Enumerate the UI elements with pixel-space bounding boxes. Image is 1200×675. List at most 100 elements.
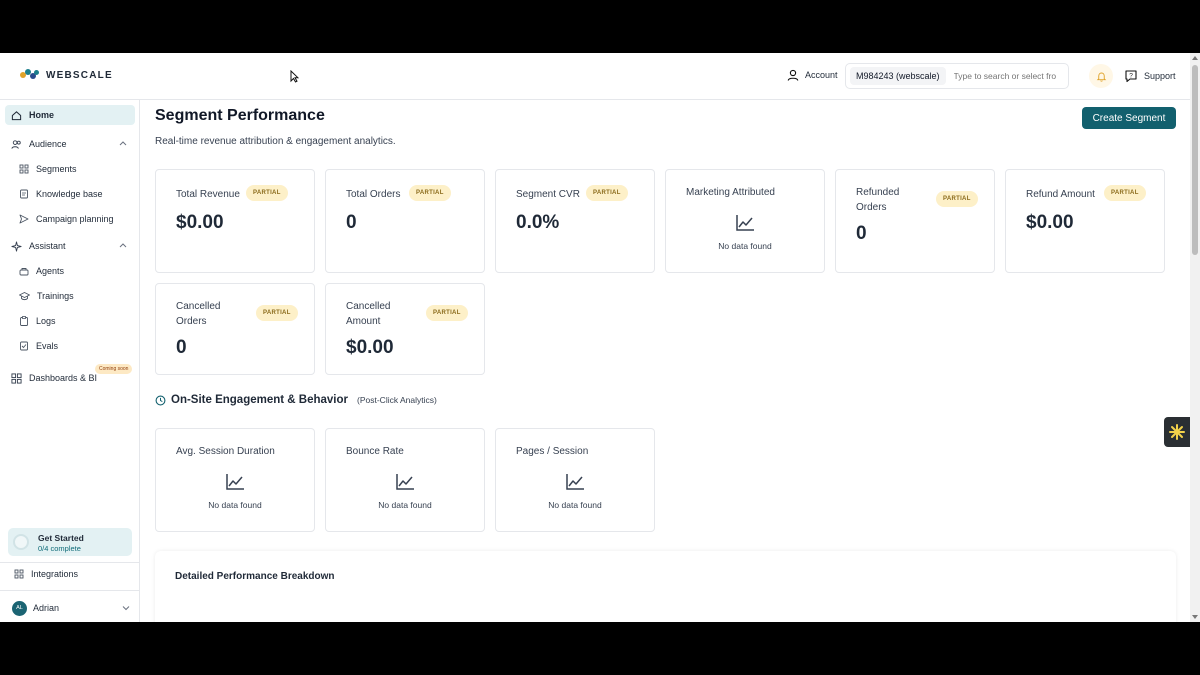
brand-name: WEBSCALE bbox=[46, 69, 113, 81]
svg-text:?: ? bbox=[1129, 73, 1133, 80]
sidebar-item-evals[interactable]: Evals bbox=[5, 336, 135, 356]
sidebar-item-label: Evals bbox=[36, 341, 59, 351]
sidebar-item-integrations[interactable]: Integrations bbox=[8, 564, 138, 584]
get-started-card[interactable]: Get Started 0/4 complete bbox=[8, 528, 132, 556]
sidebar-item-home[interactable]: Home bbox=[5, 105, 135, 125]
line-chart-icon bbox=[736, 215, 754, 231]
no-data-text: No data found bbox=[718, 241, 772, 251]
line-chart-icon bbox=[226, 474, 244, 490]
sidebar-item-agents[interactable]: Agents bbox=[5, 261, 135, 281]
metric-value: $0.00 bbox=[176, 212, 224, 233]
metric-value: 0 bbox=[346, 212, 357, 233]
user-menu[interactable]: AL Adrian bbox=[12, 600, 130, 616]
sidebar-item-assistant[interactable]: Assistant bbox=[5, 236, 135, 256]
metric-title: Cancelled Amount bbox=[346, 301, 391, 327]
metric-value: 0.0% bbox=[516, 212, 560, 233]
metric-card-marketing-attributed: Marketing Attributed No data found bbox=[665, 169, 825, 273]
account-label: Account bbox=[805, 70, 838, 80]
sidebar-item-label: Knowledge base bbox=[36, 189, 103, 199]
scroll-down-arrow-icon[interactable] bbox=[1192, 615, 1198, 619]
no-data-text: No data found bbox=[548, 500, 602, 510]
metric-title: Bounce Rate bbox=[346, 446, 404, 457]
chevron-up-icon[interactable] bbox=[119, 140, 127, 146]
metric-value: 0 bbox=[856, 223, 867, 244]
create-segment-button[interactable]: Create Segment bbox=[1082, 107, 1176, 129]
sidebar-item-trainings[interactable]: Trainings bbox=[5, 286, 135, 306]
merchant-chip[interactable]: M984243 (webscale) bbox=[850, 67, 946, 85]
sidebar-item-knowledge-base[interactable]: Knowledge base bbox=[5, 184, 135, 204]
checklist-icon bbox=[20, 341, 28, 351]
engagement-card-pages-per-session: Pages / Session No data found bbox=[495, 428, 655, 532]
notifications-button[interactable] bbox=[1089, 64, 1113, 88]
webscale-logo-icon bbox=[20, 69, 40, 81]
metric-card-refunded-orders: Refunded Orders PARTIAL 0 bbox=[835, 169, 995, 273]
metric-card-cancelled-amount: Cancelled Amount PARTIAL $0.00 bbox=[325, 283, 485, 375]
avatar: AL bbox=[12, 600, 27, 616]
page-scrollbar[interactable] bbox=[1190, 53, 1200, 622]
line-chart-icon bbox=[396, 474, 414, 490]
clock-icon bbox=[155, 395, 166, 405]
merchant-selector[interactable]: M984243 (webscale) bbox=[845, 63, 1069, 89]
partial-badge: PARTIAL bbox=[246, 185, 288, 201]
account-button[interactable]: Account bbox=[787, 69, 838, 81]
top-bar: WEBSCALE Account M984243 (webscale) Type… bbox=[0, 53, 1190, 100]
no-data-text: No data found bbox=[378, 500, 432, 510]
sidebar-item-audience[interactable]: Audience bbox=[5, 134, 135, 154]
metric-value: $0.00 bbox=[1026, 212, 1074, 233]
sidebar-item-label: Logs bbox=[36, 316, 56, 326]
performance-breakdown-panel: Detailed Performance Breakdown bbox=[155, 551, 1176, 622]
section-title: On-Site Engagement & Behavior bbox=[171, 394, 349, 406]
divider bbox=[0, 590, 139, 591]
scroll-thumb[interactable] bbox=[1192, 65, 1198, 255]
partial-badge: PARTIAL bbox=[586, 185, 628, 201]
sidebar-item-label: Assistant bbox=[29, 241, 66, 251]
divider bbox=[0, 562, 139, 563]
graduation-cap-icon bbox=[19, 292, 30, 301]
users-icon bbox=[11, 139, 21, 149]
progress-ring bbox=[13, 534, 29, 550]
support-label: Support bbox=[1144, 71, 1176, 81]
get-started-progress: 0/4 complete bbox=[38, 544, 81, 553]
metric-title: Cancelled Orders bbox=[176, 301, 221, 327]
partial-badge: PARTIAL bbox=[426, 305, 468, 321]
sparkle-icon bbox=[11, 240, 22, 252]
merchant-search-input[interactable] bbox=[953, 71, 1064, 81]
line-chart-icon bbox=[566, 474, 584, 490]
metric-title: Total Revenue bbox=[176, 189, 240, 200]
main-content: Segment Performance Real-time revenue at… bbox=[140, 100, 1190, 622]
metric-title: Avg. Session Duration bbox=[176, 446, 275, 457]
partial-badge: PARTIAL bbox=[409, 185, 451, 201]
user-icon bbox=[787, 69, 799, 81]
sidebar-item-label: Campaign planning bbox=[36, 214, 114, 224]
metric-title: Segment CVR bbox=[516, 189, 580, 200]
send-icon bbox=[19, 214, 29, 224]
assistant-widget-button[interactable] bbox=[1164, 417, 1190, 447]
partial-badge: PARTIAL bbox=[936, 191, 978, 207]
partial-badge: PARTIAL bbox=[1104, 185, 1146, 201]
sidebar-item-campaign-planning[interactable]: Campaign planning bbox=[5, 209, 135, 229]
engagement-card-avg-session-duration: Avg. Session Duration No data found bbox=[155, 428, 315, 532]
sidebar: Home Audience Segments Knowledge base Ca… bbox=[0, 100, 140, 622]
metric-value: $0.00 bbox=[346, 337, 394, 358]
app-window: WEBSCALE Account M984243 (webscale) Type… bbox=[0, 53, 1200, 622]
partial-badge: PARTIAL bbox=[256, 305, 298, 321]
agent-icon bbox=[19, 268, 29, 276]
scroll-up-arrow-icon[interactable] bbox=[1192, 56, 1198, 60]
integrations-icon bbox=[14, 569, 24, 579]
engagement-section-header: On-Site Engagement & Behavior (Post-Clic… bbox=[155, 394, 437, 406]
sidebar-item-label: Agents bbox=[36, 266, 65, 276]
sidebar-item-label: Integrations bbox=[31, 569, 79, 579]
sidebar-item-logs[interactable]: Logs bbox=[5, 311, 135, 331]
bell-icon bbox=[1096, 72, 1106, 82]
document-icon bbox=[20, 189, 28, 199]
sidebar-item-segments[interactable]: Segments bbox=[5, 159, 135, 179]
chevron-up-icon[interactable] bbox=[119, 242, 127, 248]
metric-title: Refunded Orders bbox=[856, 187, 900, 213]
logo[interactable]: WEBSCALE bbox=[20, 69, 113, 81]
support-button[interactable]: ? Support bbox=[1124, 69, 1176, 83]
chevron-down-icon[interactable] bbox=[122, 605, 130, 611]
asterisk-icon bbox=[1169, 424, 1185, 440]
metric-value: 0 bbox=[176, 337, 187, 358]
coming-soon-badge: Coming soon bbox=[95, 364, 133, 374]
metric-card-refund-amount: Refund Amount PARTIAL $0.00 bbox=[1005, 169, 1165, 273]
